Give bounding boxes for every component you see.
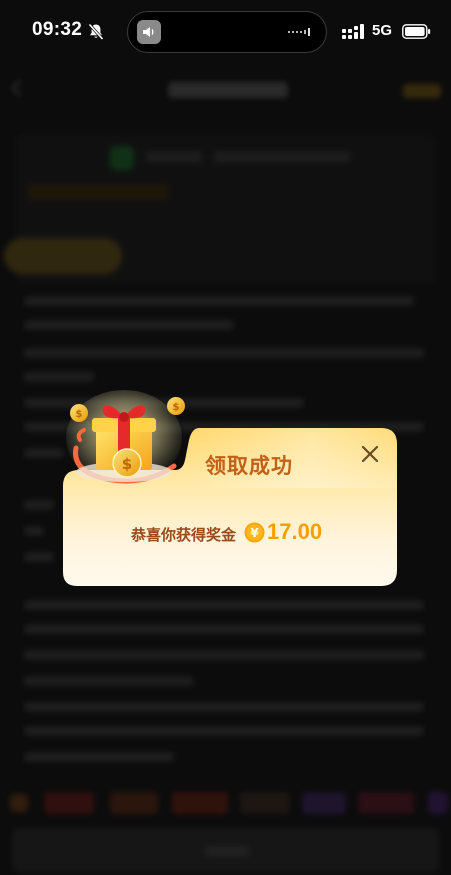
network-type: 5G (372, 22, 393, 39)
reward-amount: 17.00 (267, 519, 323, 544)
reward-dialog-title: 领取成功 (205, 454, 293, 478)
status-time: 09:32 (32, 19, 83, 40)
yen-symbol: ¥ (250, 526, 259, 540)
close-icon[interactable] (359, 443, 381, 465)
svg-text:$: $ (173, 402, 180, 413)
speaker-icon (137, 20, 161, 44)
reward-row: 恭喜你获得奖金 ¥ 17.00 (63, 519, 397, 546)
gift-box-icon: $ $ $ (66, 390, 185, 486)
dynamic-island (127, 11, 327, 53)
bell-slash-icon (88, 23, 104, 41)
audio-wave-icon (288, 28, 310, 36)
status-bar: 09:32 5G (0, 0, 451, 64)
battery-icon (402, 24, 431, 39)
reward-message: 恭喜你获得奖金 (131, 526, 237, 544)
svg-text:$: $ (76, 409, 83, 420)
svg-text:$: $ (122, 455, 132, 473)
cellular-signal-icon (342, 24, 364, 39)
screen: 09:32 5G 领取成功 恭喜你获得奖金 ¥ 17.00 $ $ $ (0, 0, 451, 875)
yen-coin-icon: ¥ (244, 522, 265, 543)
